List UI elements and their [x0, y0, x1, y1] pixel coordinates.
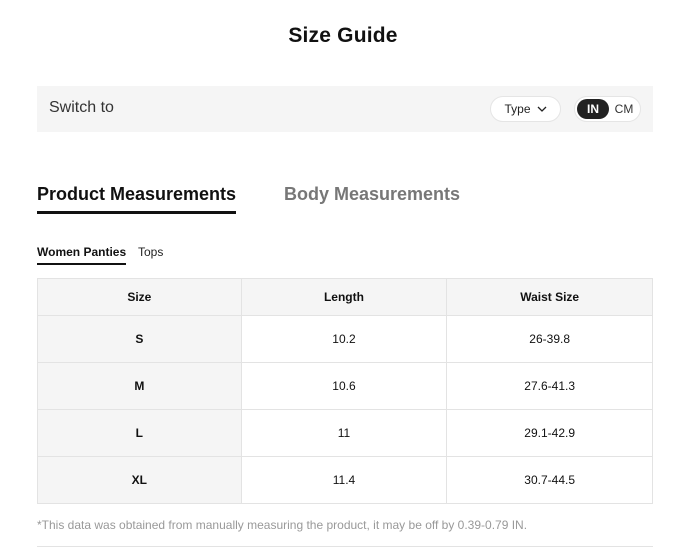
size-cell: XL: [37, 456, 242, 504]
waist-cell: 29.1-42.9: [446, 409, 653, 457]
waist-cell: 26-39.8: [446, 315, 653, 363]
table-row: XL 11.4 30.7-44.5: [37, 456, 653, 504]
length-cell: 10.6: [240, 362, 448, 410]
size-table: Size Length Waist Size S 10.2 26-39.8 M …: [37, 278, 653, 504]
chevron-down-icon: [537, 106, 547, 112]
length-cell: 11.4: [240, 456, 448, 504]
unit-cm-button[interactable]: CM: [612, 99, 636, 119]
tab-body-measurements[interactable]: Body Measurements: [284, 184, 460, 205]
measurement-note: *This data was obtained from manually me…: [37, 518, 528, 532]
subtab-tops[interactable]: Tops: [138, 245, 163, 259]
size-cell: M: [37, 362, 242, 410]
table-row: M 10.6 27.6-41.3: [37, 362, 653, 410]
unit-switch-bar: Switch to Type IN CM: [37, 86, 653, 132]
header-size: Size: [37, 278, 242, 316]
size-cell: S: [37, 315, 242, 363]
table-row: L 11 29.1-42.9: [37, 409, 653, 457]
header-length: Length: [240, 278, 448, 316]
length-cell: 10.2: [240, 315, 448, 363]
table-header-row: Size Length Waist Size: [37, 278, 653, 316]
waist-cell: 30.7-44.5: [446, 456, 653, 504]
unit-in-button[interactable]: IN: [577, 99, 609, 119]
size-cell: L: [37, 409, 242, 457]
divider: [37, 546, 653, 547]
waist-cell: 27.6-41.3: [446, 362, 653, 410]
length-cell: 11: [240, 409, 448, 457]
table-row: S 10.2 26-39.8: [37, 315, 653, 363]
page-title: Size Guide: [288, 24, 398, 47]
subtab-women-panties[interactable]: Women Panties: [37, 245, 127, 265]
switch-label: Switch to: [49, 99, 114, 116]
tab-product-measurements[interactable]: Product Measurements: [37, 184, 237, 214]
unit-toggle: IN CM: [574, 96, 641, 122]
header-waist-size: Waist Size: [446, 278, 653, 316]
type-dropdown-label: Type: [504, 102, 531, 116]
type-dropdown[interactable]: Type: [490, 96, 561, 122]
